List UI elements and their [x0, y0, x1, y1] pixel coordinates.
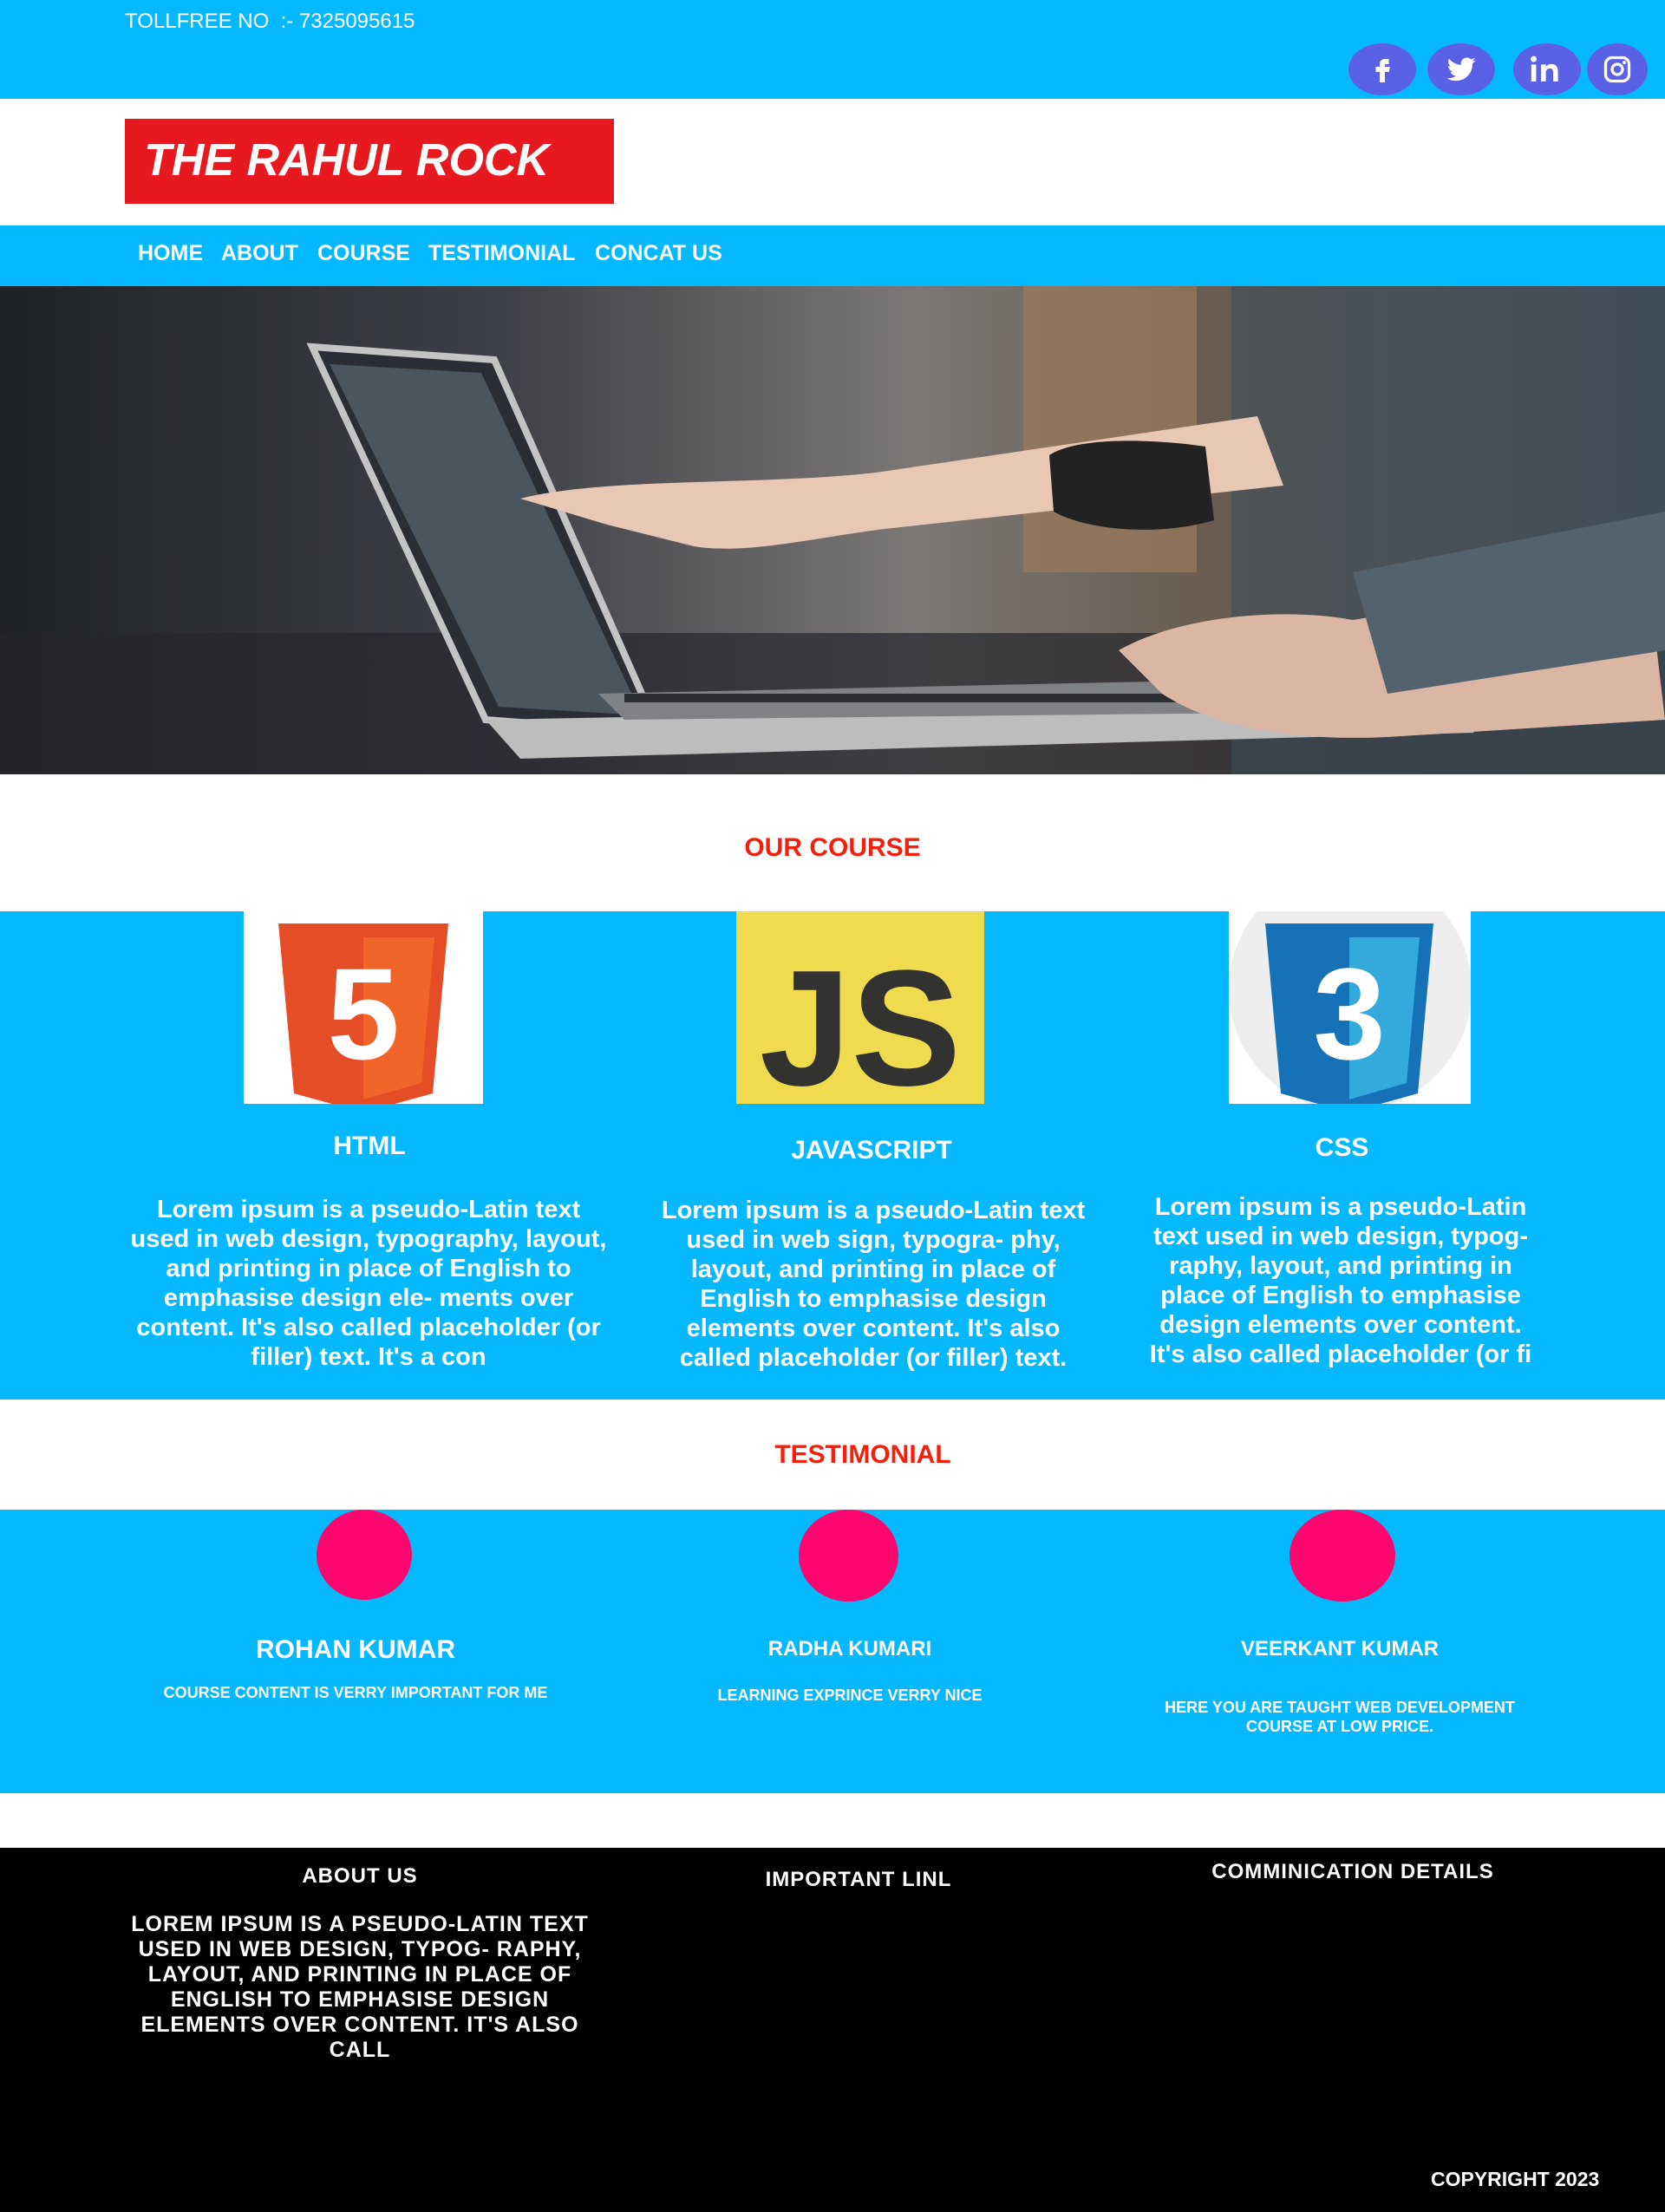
nav-course[interactable]: COURSE — [317, 241, 410, 266]
main-nav: HOME ABOUT COURSE TESTIMONIAL CONCAT US — [0, 225, 1665, 286]
testimonial-name: RADHA KUMARI — [767, 1637, 932, 1661]
hero-image — [0, 286, 1665, 774]
laptop-hands-illustration — [0, 286, 1665, 774]
footer-about-text: LOREM IPSUM IS A PSEUDO-LATIN TEXT USED … — [131, 1912, 589, 2062]
nav-contact-us[interactable]: CONCAT US — [595, 241, 722, 266]
tollfree-number: TOLLFREE NO :- 7325095615 — [125, 10, 415, 33]
linkedin-icon[interactable] — [1513, 43, 1581, 95]
avatar — [1290, 1510, 1395, 1602]
footer-about-title: ABOUT US — [302, 1864, 418, 1888]
avatar — [317, 1510, 412, 1600]
testimonial-quote: COURSE CONTENT IS VERRY IMPORTANT FOR ME — [163, 1684, 548, 1701]
testimonial-quote: LEARNING EXPRINCE VERRY NICE — [717, 1687, 983, 1704]
html5-logo-text: 5 — [327, 941, 399, 1086]
footer-contact-title: COMMINICATION DETAILS — [1211, 1860, 1494, 1883]
course-title-javascript: JAVASCRIPT — [791, 1136, 952, 1165]
site-logo[interactable]: THE RAHUL ROCK — [125, 119, 614, 204]
html5-logo: 5 — [244, 911, 483, 1113]
testimonial-section-title: TESTIMONIAL — [774, 1440, 951, 1469]
twitter-icon[interactable] — [1427, 43, 1495, 95]
instagram-icon[interactable] — [1587, 43, 1648, 95]
nav-testimonial[interactable]: TESTIMONIAL — [428, 241, 575, 266]
course-text-css: Lorem ipsum is a pseudo-Latin text used … — [1149, 1193, 1532, 1368]
testimonial-name: VEERKANT KUMAR — [1241, 1637, 1439, 1661]
javascript-logo-text: JS — [760, 936, 961, 1104]
avatar — [799, 1510, 898, 1602]
copyright: COPYRIGHT 2023 — [1431, 2168, 1600, 2190]
javascript-logo: JS — [736, 911, 984, 1120]
footer-links-title: IMPORTANT LINL — [765, 1868, 952, 1891]
nav-home[interactable]: HOME — [138, 241, 203, 266]
course-text-html: Lorem ipsum is a pseudo-Latin text used … — [130, 1196, 607, 1371]
css3-logo: 3 — [1229, 868, 1472, 1113]
course-title-html: HTML — [333, 1132, 406, 1160]
course-text-javascript: Lorem ipsum is a pseudo-Latin text used … — [661, 1197, 1086, 1372]
nav-about[interactable]: ABOUT — [221, 241, 298, 266]
testimonial-quote: HERE YOU ARE TAUGHT WEB DEVELOPMENT COUR… — [1165, 1699, 1515, 1735]
facebook-icon[interactable] — [1348, 43, 1416, 95]
css3-logo-text: 3 — [1313, 941, 1385, 1086]
course-title-css: CSS — [1315, 1133, 1369, 1162]
testimonial-name: ROHAN KUMAR — [256, 1635, 455, 1664]
course-section-title: OUR COURSE — [744, 833, 921, 862]
